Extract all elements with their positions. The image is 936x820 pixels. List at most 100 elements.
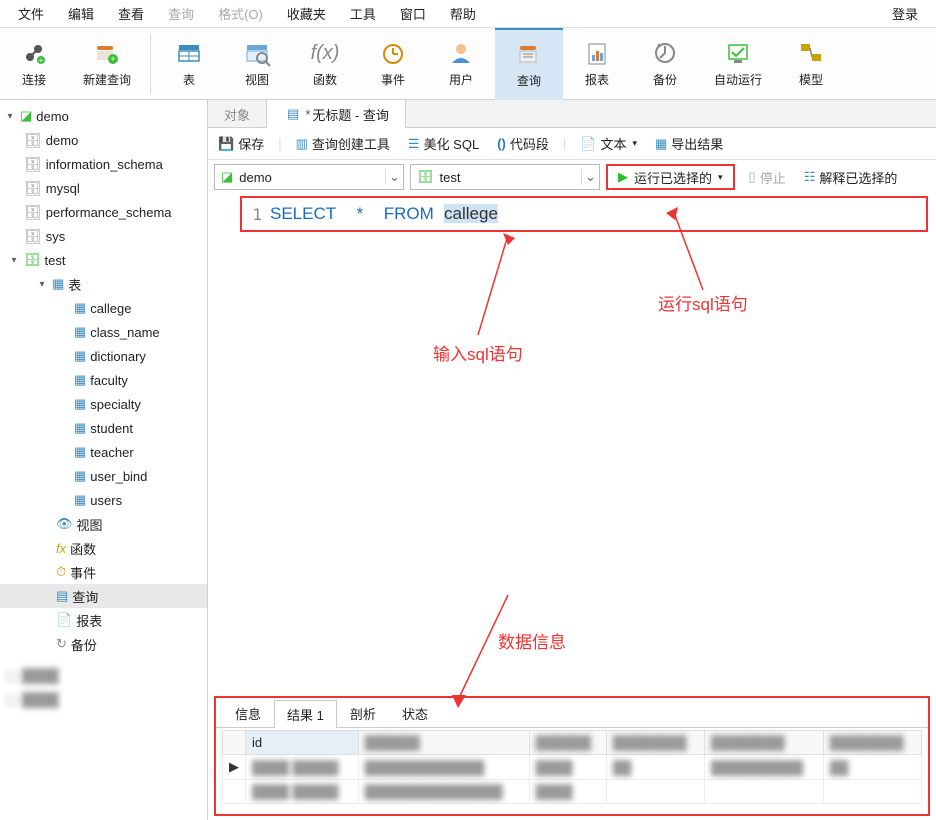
main-toolbar: + 连接 + 新建查询 表 视图 f(x) 函数 事件 用户 — [0, 28, 936, 100]
menu-view[interactable]: 查看 — [106, 0, 156, 27]
tables-icon: ▦ — [52, 276, 64, 292]
editor-tabs: 对象 ▤ * 无标题 - 查询 — [208, 100, 936, 128]
tab-untitled-query[interactable]: ▤ * 无标题 - 查询 — [267, 100, 406, 128]
chevron-down-icon: ▾ — [718, 172, 723, 183]
tree-functions-node[interactable]: fx函数 — [0, 536, 207, 560]
report-button[interactable]: 报表 — [563, 28, 631, 100]
query-button[interactable]: 查询 — [495, 28, 563, 100]
svg-text:+: + — [110, 54, 115, 64]
database-icon: 🗄 — [24, 180, 42, 197]
tree-db[interactable]: 🗄demo — [0, 128, 207, 152]
function-icon: f(x) — [311, 39, 339, 67]
tree-table-item[interactable]: ▦faculty — [0, 368, 207, 392]
result-tab-result1[interactable]: 结果 1 — [274, 700, 337, 728]
tree-table-item[interactable]: ▦student — [0, 416, 207, 440]
model-icon — [797, 39, 825, 67]
table-icon: ▦ — [74, 420, 86, 436]
tree-table-item[interactable]: ▦callege — [0, 296, 207, 320]
result-tab-info[interactable]: 信息 — [222, 699, 274, 727]
column-header[interactable]: ██████ — [358, 731, 529, 755]
database-icon: 🗄 — [24, 132, 42, 149]
menu-window[interactable]: 窗口 — [388, 0, 438, 27]
result-tab-status[interactable]: 状态 — [389, 699, 441, 727]
tree-db[interactable]: 🗄sys — [0, 224, 207, 248]
tree-table-item[interactable]: ▦specialty — [0, 392, 207, 416]
table-icon: ▦ — [74, 300, 86, 316]
tree-db[interactable]: 🗄mysql — [0, 176, 207, 200]
stop-button[interactable]: ▯停止 — [741, 168, 794, 187]
results-pane: 信息 结果 1 剖析 状态 id ██████ ██████ ████████ … — [208, 696, 936, 820]
run-selected-button[interactable]: ▶ 运行已选择的 ▾ — [606, 164, 735, 190]
tree-table-item[interactable]: ▦teacher — [0, 440, 207, 464]
tree-db[interactable]: 🗄information_schema — [0, 152, 207, 176]
function-button[interactable]: f(x) 函数 — [291, 28, 359, 100]
tab-objects[interactable]: 对象 — [208, 100, 267, 128]
sql-code[interactable]: SELECT * FROM callege — [270, 204, 498, 224]
tree-item-blurred: ▢ ████ — [0, 688, 207, 712]
line-number: 1 — [242, 205, 270, 224]
menu-tools[interactable]: 工具 — [338, 0, 388, 27]
table-icon: ▦ — [74, 348, 86, 364]
model-button[interactable]: 模型 — [777, 28, 845, 100]
database-combo[interactable]: ◪ demo ⌄ — [214, 164, 404, 190]
tree-events-node[interactable]: ⏱事件 — [0, 560, 207, 584]
tree-table-item[interactable]: ▦class_name — [0, 320, 207, 344]
new-query-icon: + — [93, 39, 121, 67]
column-header[interactable]: id — [246, 731, 359, 755]
explain-selected-button[interactable]: ☷解释已选择的 — [800, 168, 902, 187]
schema-combo[interactable]: 🗄 test ⌄ — [410, 164, 600, 190]
text-mode-button[interactable]: 📄文本▾ — [576, 132, 641, 155]
backup-button[interactable]: 备份 — [631, 28, 699, 100]
view-button[interactable]: 视图 — [223, 28, 291, 100]
code-snippet-button[interactable]: ()代码段 — [493, 132, 553, 155]
tree-db-active[interactable]: ▾🗄test — [0, 248, 207, 272]
tree-table-item[interactable]: ▦user_bind — [0, 464, 207, 488]
menu-query[interactable]: 查询 — [156, 0, 206, 27]
tree-reports-node[interactable]: 📄报表 — [0, 608, 207, 632]
tree-backups-node[interactable]: ↻备份 — [0, 632, 207, 656]
tree-tables-node[interactable]: ▾▦表 — [0, 272, 207, 296]
table-icon: ▦ — [74, 324, 86, 340]
table-row[interactable]: ████ ████████████████████████ — [223, 780, 922, 804]
column-header[interactable]: ██████ — [529, 731, 606, 755]
tree-item-blurred: ▢ ████ — [0, 664, 207, 688]
menu-format[interactable]: 格式(O) — [206, 0, 275, 27]
table-icon: ▦ — [74, 492, 86, 508]
text-icon: 📄 — [580, 136, 596, 152]
menu-favorites[interactable]: 收藏夹 — [275, 0, 338, 27]
table-button[interactable]: 表 — [155, 28, 223, 100]
event-button[interactable]: 事件 — [359, 28, 427, 100]
tree-table-item[interactable]: ▦users — [0, 488, 207, 512]
column-header[interactable]: ████████ — [606, 731, 704, 755]
snippet-icon: () — [497, 136, 506, 151]
menu-help[interactable]: 帮助 — [438, 0, 488, 27]
backup-icon — [651, 39, 679, 67]
connect-button[interactable]: + 连接 — [0, 28, 68, 100]
result-tab-profile[interactable]: 剖析 — [337, 699, 389, 727]
query-builder-button[interactable]: ▥查询创建工具 — [292, 132, 394, 155]
menu-edit[interactable]: 编辑 — [56, 0, 106, 27]
table-icon — [175, 39, 203, 67]
row-pointer-icon: ▶ — [223, 755, 246, 780]
tree-connection[interactable]: ▾◪demo — [0, 104, 207, 128]
export-results-button[interactable]: ▦导出结果 — [651, 132, 727, 155]
new-query-button[interactable]: + 新建查询 — [68, 28, 146, 100]
view-icon: 👁 — [56, 516, 73, 532]
tree-table-item[interactable]: ▦dictionary — [0, 344, 207, 368]
tree-queries-node[interactable]: ▤查询 — [0, 584, 207, 608]
autorun-button[interactable]: 自动运行 — [699, 28, 777, 100]
menu-file[interactable]: 文件 — [6, 0, 56, 27]
column-header[interactable]: ████████ — [704, 731, 823, 755]
save-button[interactable]: 💾保存 — [214, 132, 268, 155]
database-icon: 🗄 — [24, 156, 42, 173]
beautify-sql-button[interactable]: ☰美化 SQL — [404, 132, 483, 155]
sql-editor[interactable]: 1 SELECT * FROM callege — [208, 194, 936, 232]
result-grid[interactable]: id ██████ ██████ ████████ ████████ █████… — [216, 728, 928, 806]
tree-views-node[interactable]: 👁视图 — [0, 512, 207, 536]
table-row[interactable]: ▶ ████ █████████████████████████████████… — [223, 755, 922, 780]
user-button[interactable]: 用户 — [427, 28, 495, 100]
tree-db[interactable]: 🗄performance_schema — [0, 200, 207, 224]
explain-icon: ☷ — [804, 169, 816, 185]
menu-login[interactable]: 登录 — [880, 0, 930, 27]
column-header[interactable]: ████████ — [823, 731, 921, 755]
